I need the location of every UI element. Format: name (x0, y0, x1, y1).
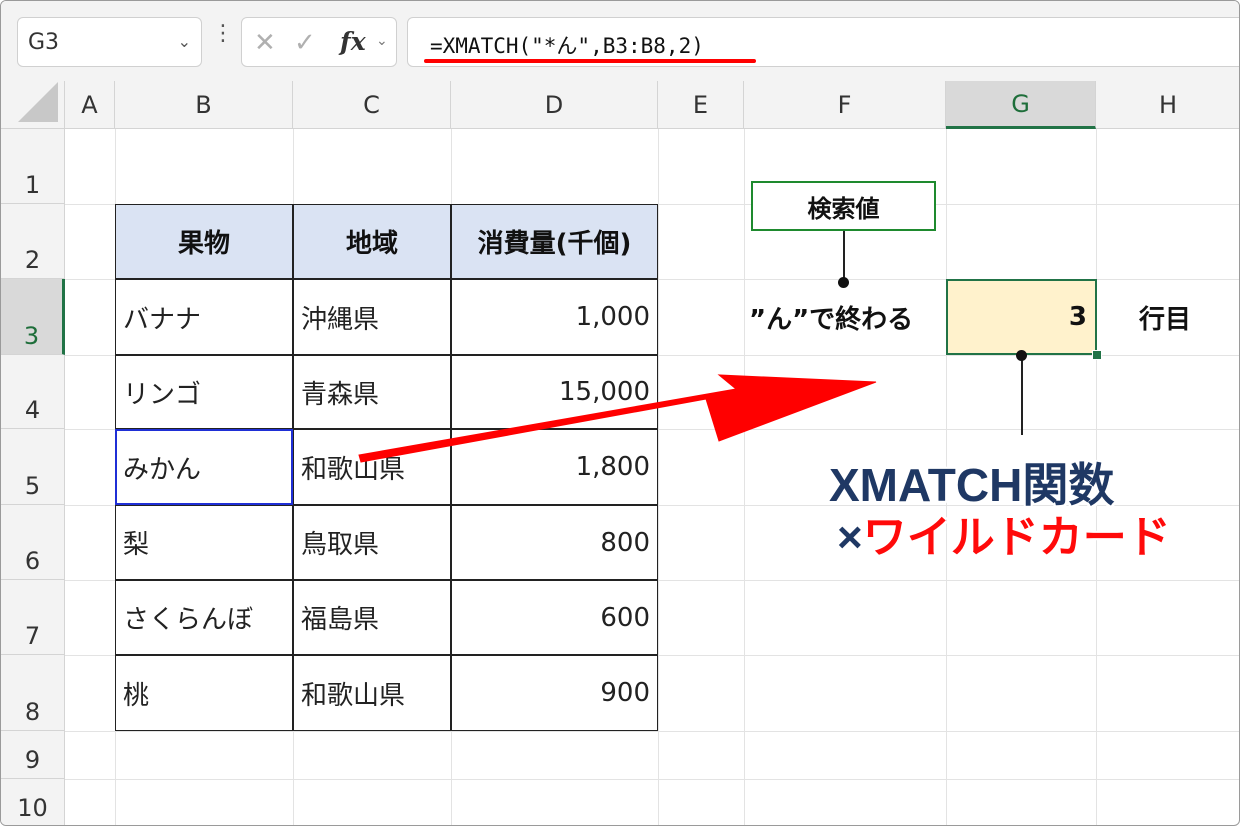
table-cell-d5[interactable]: 1,800 (451, 429, 658, 505)
table-cell-c4[interactable]: 青森県 (293, 355, 451, 429)
table-cell-b4[interactable]: リンゴ (115, 355, 293, 429)
chevron-down-icon[interactable]: ⌄ (376, 33, 388, 49)
table-header-fruit[interactable]: 果物 (115, 204, 293, 279)
row-header-2[interactable]: 2 (1, 204, 65, 279)
row-header-3[interactable]: 3 (1, 279, 65, 355)
table-divider (115, 278, 658, 280)
formula-input[interactable]: =XMATCH("*ん",B3:B8,2) (407, 17, 1239, 67)
formula-buttons: ✕ ✓ fx ⌄ (241, 17, 397, 67)
table-divider (115, 504, 658, 506)
table-cell-d4[interactable]: 15,000 (451, 355, 658, 429)
unit-cell-h3[interactable]: 行目 (1139, 299, 1191, 336)
column-header-b[interactable]: B (115, 81, 293, 129)
cancel-icon[interactable]: ✕ (254, 28, 276, 58)
fill-handle[interactable] (1092, 350, 1102, 360)
table-cell-c8[interactable]: 和歌山県 (293, 655, 451, 731)
row-header-5[interactable]: 5 (1, 429, 65, 505)
table-cell-d8[interactable]: 900 (451, 655, 658, 731)
name-box[interactable]: G3 ⌄ (17, 17, 202, 67)
callout-dot (1016, 350, 1027, 361)
column-header-c[interactable]: C (293, 81, 451, 129)
column-header-e[interactable]: E (658, 81, 744, 129)
row-header-8[interactable]: 8 (1, 655, 65, 731)
formula-highlight-underline (424, 59, 756, 63)
table-cell-d6[interactable]: 800 (451, 505, 658, 580)
callout-line (1021, 355, 1023, 435)
table-cell-b6[interactable]: 梨 (115, 505, 293, 580)
row-header-1[interactable]: 1 (1, 129, 65, 204)
table-cell-b7[interactable]: さくらんぼ (115, 580, 293, 655)
result-cell-g3[interactable]: 3 (946, 279, 1097, 355)
table-divider (292, 204, 294, 731)
table-cell-b8[interactable]: 桃 (115, 655, 293, 731)
table-cell-d3[interactable]: 1,000 (451, 279, 658, 355)
spreadsheet-window: G3 ⌄ ⋮ ✕ ✓ fx ⌄ =XMATCH("*ん",B3:B8,2) A … (0, 0, 1240, 826)
table-header-region[interactable]: 地域 (293, 204, 451, 279)
column-header-d[interactable]: D (451, 81, 658, 129)
gridline (658, 129, 659, 825)
row-header-7[interactable]: 7 (1, 580, 65, 655)
table-cell-d7[interactable]: 600 (451, 580, 658, 655)
formula-text: =XMATCH("*ん",B3:B8,2) (430, 34, 704, 58)
table-cell-c6[interactable]: 鳥取県 (293, 505, 451, 580)
caption-subtitle: ×ワイルドカード (837, 501, 1171, 565)
column-header-g[interactable]: G (946, 81, 1096, 129)
row-header-4[interactable]: 4 (1, 355, 65, 429)
gridline (65, 779, 1239, 780)
column-header-f[interactable]: F (744, 81, 946, 129)
table-header-consumption[interactable]: 消費量(千個) (451, 204, 658, 279)
insert-function-icon[interactable]: fx (340, 27, 366, 56)
table-divider (450, 204, 452, 731)
table-cell-b5[interactable]: みかん (115, 429, 293, 505)
criteria-cell-f3[interactable]: ”ん”で終わる (749, 299, 913, 336)
row-header-6[interactable]: 6 (1, 505, 65, 580)
gridline (744, 129, 745, 825)
confirm-icon[interactable]: ✓ (294, 28, 316, 58)
column-header-a[interactable]: A (65, 81, 115, 129)
table-cell-c3[interactable]: 沖縄県 (293, 279, 451, 355)
table-divider (115, 579, 658, 581)
search-value-label: 検索値 (751, 181, 936, 231)
callout-line (843, 231, 845, 283)
table-divider (115, 654, 658, 656)
formula-bar: G3 ⌄ ⋮ ✕ ✓ fx ⌄ =XMATCH("*ん",B3:B8,2) (1, 1, 1239, 81)
select-all-triangle-icon (18, 82, 58, 122)
gridline (65, 731, 1239, 732)
table-divider (115, 428, 658, 430)
more-vertical-icon[interactable]: ⋮ (212, 23, 234, 45)
row-header-10[interactable]: 10 (1, 779, 65, 825)
caption-wildcard: ワイルドカード (862, 513, 1171, 562)
table-cell-b3[interactable]: バナナ (115, 279, 293, 355)
caption-times: × (837, 513, 863, 562)
chevron-down-icon[interactable]: ⌄ (178, 32, 191, 51)
name-box-value: G3 (28, 30, 60, 55)
callout-dot (838, 277, 849, 288)
table-cell-c7[interactable]: 福島県 (293, 580, 451, 655)
table-cell-c5[interactable]: 和歌山県 (293, 429, 451, 505)
table-divider (115, 354, 658, 356)
select-all-corner[interactable] (1, 81, 65, 129)
column-header-h[interactable]: H (1096, 81, 1239, 129)
row-header-9[interactable]: 9 (1, 731, 65, 779)
